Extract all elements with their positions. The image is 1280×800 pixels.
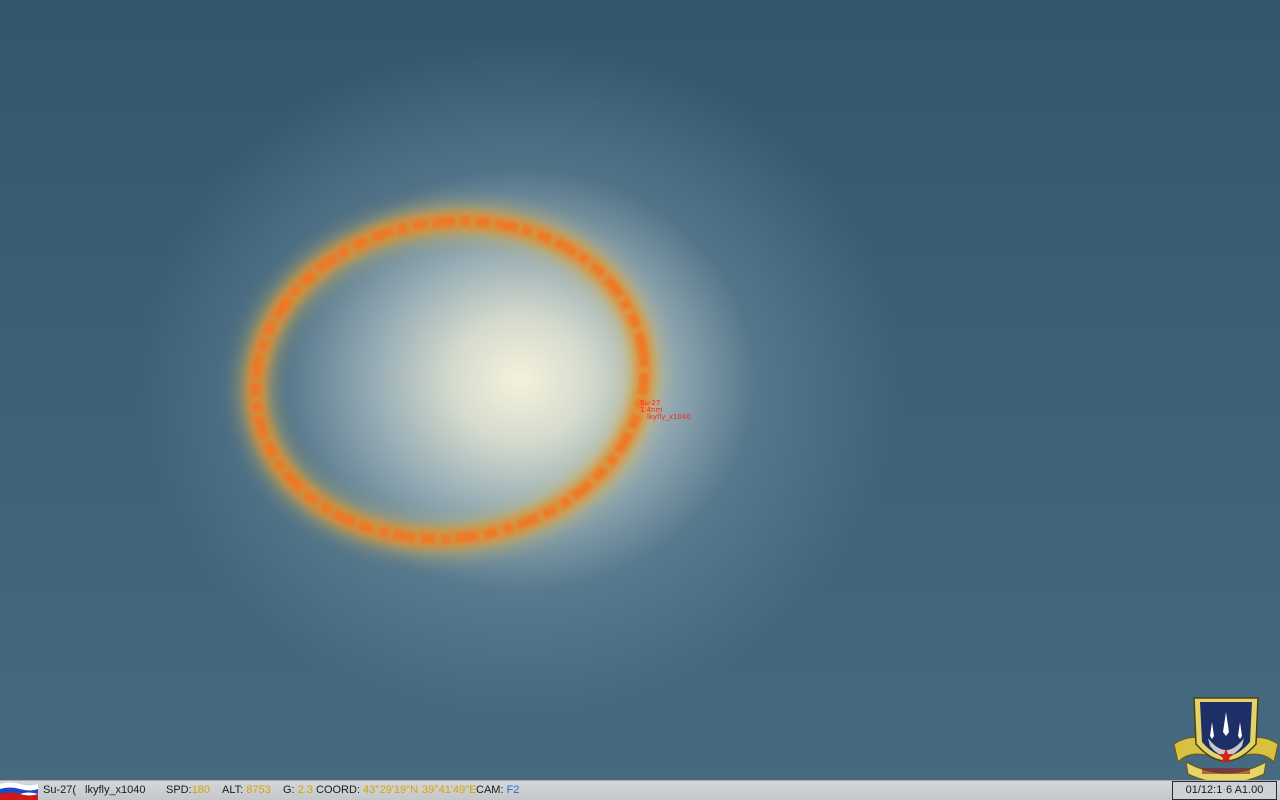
speed-value: 180 [191, 784, 211, 796]
squadron-emblem-icon [1173, 697, 1279, 784]
camera-label: CAM: [476, 784, 504, 796]
status-bar: Su-27( lkyfly_x1040 SPD:180 ALT: 8753 G:… [0, 780, 1280, 800]
aircraft-type: Su-27( [43, 784, 77, 796]
speed-label: SPD: [166, 784, 192, 796]
coord-label: COORD: [316, 784, 360, 796]
camera-value: F2 [506, 784, 520, 796]
altitude-readout: ALT: 8753 [222, 781, 271, 800]
mission-time-suffix: 6 A1.00 [1226, 784, 1264, 796]
g-force-label: G: [283, 784, 295, 796]
camera-readout: CAM: F2 [476, 781, 519, 800]
pilot-name: lkyfly_x1040 [85, 784, 146, 796]
mission-time: 01/12:1·6 A1.00 [1172, 781, 1277, 800]
latitude-value: 43°29'19"N [363, 784, 419, 796]
speed-readout: SPD:180 [166, 781, 210, 800]
altitude-label: ALT: [222, 784, 244, 796]
aircraft-tag-pilot: lkyfly_x1040 [647, 413, 691, 421]
mission-time-main: 01/12:1 [1185, 784, 1223, 796]
g-force-value: 2.3 [297, 784, 313, 796]
russia-flag-icon [0, 781, 38, 800]
game-viewport[interactable]: Su-27 1.4nm lkyfly_x1040 [0, 0, 1280, 800]
longitude-value: 39°41'49"E [422, 784, 477, 796]
g-force-readout: G: 2.3 [283, 781, 313, 800]
altitude-value: 8753 [246, 784, 271, 796]
aircraft-tag: Su-27 1.4nm lkyfly_x1040 [640, 400, 691, 421]
